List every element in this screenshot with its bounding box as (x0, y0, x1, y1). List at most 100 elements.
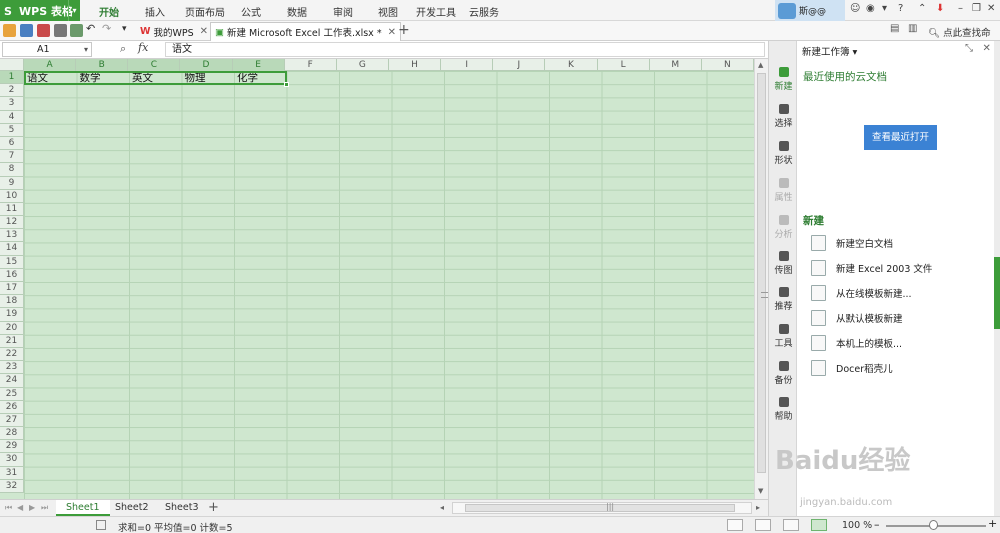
zoom-out-icon[interactable]: – (874, 518, 880, 531)
zoom-level[interactable]: 100 % (842, 520, 872, 531)
horizontal-scrollbar[interactable]: ||| (452, 502, 752, 514)
save-icon[interactable] (20, 24, 33, 37)
view-recent-button[interactable]: 查看最近打开 (864, 125, 937, 150)
column-header-d[interactable]: D (180, 59, 233, 71)
row-header-29[interactable]: 29 (0, 440, 24, 454)
macro-record-icon[interactable] (96, 520, 106, 530)
open-icon[interactable] (3, 24, 16, 37)
side-rail-item-0[interactable]: 新建 (769, 67, 798, 92)
eye-protection-icon[interactable] (811, 519, 827, 531)
row-header-1[interactable]: 1 (0, 71, 24, 85)
new-item-1[interactable]: 新建 Excel 2003 文件 (811, 259, 932, 277)
row-header-11[interactable]: 11 (0, 202, 24, 217)
fill-handle[interactable] (284, 82, 289, 87)
column-header-h[interactable]: H (389, 59, 442, 71)
pane-collapse-handle[interactable] (994, 257, 1000, 329)
column-header-e[interactable]: E (232, 59, 285, 71)
download-icon[interactable]: ⬇ (936, 3, 944, 14)
column-header-f[interactable]: F (285, 59, 337, 71)
next-sheet-icon[interactable]: ▶ (29, 503, 35, 512)
column-header-l[interactable]: L (598, 59, 650, 71)
side-rail-item-8[interactable]: 备份 (769, 361, 798, 386)
column-header-b[interactable]: B (76, 59, 129, 71)
print-icon[interactable] (54, 24, 67, 37)
row-header-24[interactable]: 24 (0, 374, 24, 388)
cell-area[interactable]: 语文 数学 英文 物理 化学 (24, 71, 754, 499)
print-preview-icon[interactable] (70, 24, 83, 37)
undo-icon[interactable]: ↶ (86, 22, 99, 35)
row-header-22[interactable]: 22 (0, 347, 24, 362)
task-pane-title[interactable]: 新建工作簿 ▾ (802, 44, 857, 58)
row-header-31[interactable]: 31 (0, 466, 24, 480)
app-menu-button[interactable]: S WPS 表格 ▾ (0, 0, 80, 21)
row-header-4[interactable]: 4 (0, 110, 24, 124)
close-icon[interactable]: ✕ (388, 27, 396, 38)
select-all-corner[interactable] (0, 59, 24, 71)
row-header-14[interactable]: 14 (0, 242, 24, 256)
row-header-32[interactable]: 32 (0, 479, 24, 493)
spreadsheet-grid[interactable]: ABCDEFGHIJKLMN 1 2 3 4 5 6 7 8 9 10 11 12 13 14 15 16 17… (0, 59, 754, 499)
normal-view-icon[interactable] (727, 519, 743, 531)
row-header-20[interactable]: 20 (0, 321, 24, 335)
column-header-g[interactable]: G (337, 59, 389, 71)
menu-developer[interactable]: 开发工具 (416, 4, 456, 19)
dock-icon[interactable]: ⤡ (965, 43, 973, 54)
row-header-18[interactable]: 18 (0, 295, 24, 309)
row-header-3[interactable]: 3 (0, 97, 24, 111)
page-break-view-icon[interactable] (783, 519, 799, 531)
menu-cloud[interactable]: 云服务 (469, 4, 499, 19)
chevron-down-icon[interactable]: ▾ (84, 43, 88, 56)
side-rail-item-1[interactable]: 选择 (769, 104, 798, 129)
row-header-8[interactable]: 8 (0, 163, 24, 177)
side-rail-item-7[interactable]: 工具 (769, 324, 798, 349)
minimize-ribbon-icon[interactable]: ⌃ (918, 3, 926, 14)
row-header-13[interactable]: 13 (0, 229, 24, 243)
scroll-down-icon[interactable]: ▼ (758, 487, 763, 495)
row-header-5[interactable]: 5 (0, 123, 24, 137)
row-header-15[interactable]: 15 (0, 255, 24, 269)
doc-icon[interactable]: ▤ (890, 23, 903, 36)
new-item-5[interactable]: Docer稻壳儿 (811, 359, 893, 377)
export-pdf-icon[interactable] (37, 24, 50, 37)
restore-icon[interactable]: ❐ (972, 3, 981, 14)
column-header-c[interactable]: C (128, 59, 181, 71)
chevron-down-icon[interactable]: ▾ (122, 24, 135, 37)
side-rail-item-2[interactable]: 形状 (769, 141, 798, 166)
new-item-0[interactable]: 新建空白文档 (811, 234, 893, 252)
menu-view[interactable]: 视图 (378, 4, 398, 19)
sheet-tab-1[interactable]: Sheet1 (56, 500, 110, 516)
scroll-right-icon[interactable]: ▸ (756, 503, 760, 512)
sheet-tab-2[interactable]: Sheet2 (105, 500, 159, 516)
close-icon[interactable]: ✕ (200, 26, 208, 37)
scroll-thumb[interactable]: ||| (465, 502, 735, 512)
column-header-a[interactable]: A (24, 59, 77, 71)
skin-icon[interactable]: ☺ (850, 3, 860, 14)
share-icon[interactable]: ◉ (866, 3, 875, 14)
column-header-m[interactable]: M (650, 59, 702, 71)
row-header-12[interactable]: 12 (0, 216, 24, 230)
row-header-26[interactable]: 26 (0, 400, 24, 414)
row-header-6[interactable]: 6 (0, 136, 24, 151)
close-icon[interactable]: ✕ (983, 43, 991, 54)
menu-home[interactable]: 开始 (99, 4, 119, 19)
menu-review[interactable]: 审阅 (333, 4, 353, 19)
row-header-28[interactable]: 28 (0, 427, 24, 441)
column-header-i[interactable]: I (441, 59, 494, 71)
tab-my-wps[interactable]: W 我的WPS ✕ (136, 22, 212, 41)
chevron-down-icon[interactable]: ▾ (68, 0, 80, 21)
column-header-j[interactable]: J (493, 59, 546, 71)
menu-formula[interactable]: 公式 (241, 4, 261, 19)
row-header-2[interactable]: 2 (0, 84, 24, 98)
zoom-slider-knob[interactable] (929, 520, 938, 530)
row-header-30[interactable]: 30 (0, 453, 24, 467)
new-item-3[interactable]: 从默认模板新建 (811, 309, 903, 327)
close-icon[interactable]: ✕ (987, 3, 995, 14)
new-item-2[interactable]: 从在线模板新建... (811, 284, 912, 302)
side-rail-item-5[interactable]: 传图 (769, 251, 798, 276)
row-header-23[interactable]: 23 (0, 361, 24, 375)
layout-icon[interactable]: ▥ (908, 23, 921, 36)
scroll-left-icon[interactable]: ◂ (440, 503, 444, 512)
row-header-19[interactable]: 19 (0, 308, 24, 322)
add-sheet-button[interactable]: + (208, 500, 219, 515)
tab-current-document[interactable]: ▣ 新建 Microsoft Excel 工作表.xlsx * ✕ (210, 22, 401, 41)
